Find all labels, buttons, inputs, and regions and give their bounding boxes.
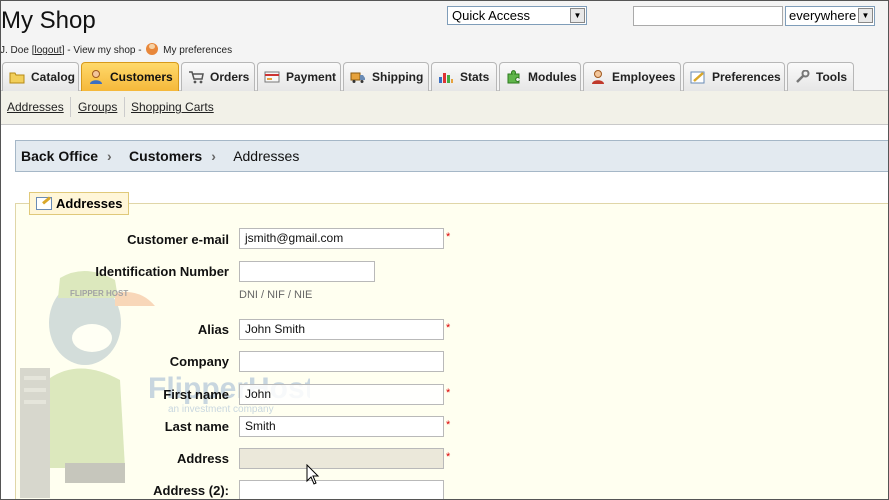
section-legend: Addresses — [29, 192, 130, 215]
alias-field[interactable]: John Smith — [239, 319, 444, 340]
search-scope-value: everywhere — [789, 8, 857, 23]
company-field[interactable] — [239, 351, 444, 372]
search-input[interactable] — [633, 6, 783, 26]
address-field[interactable] — [239, 448, 444, 469]
chevron-down-icon[interactable]: ▼ — [570, 8, 585, 23]
chevron-right-icon: › — [107, 148, 112, 164]
first-name-label: First name — [163, 387, 229, 402]
payment-icon — [264, 71, 280, 83]
identification-number-hint: DNI / NIF / NIE — [239, 289, 313, 301]
employee-icon — [592, 70, 604, 84]
required-marker: * — [446, 419, 451, 431]
chevron-right-icon: › — [211, 148, 216, 164]
tab-customers[interactable]: Customers — [81, 62, 179, 91]
subnav-divider — [124, 97, 125, 117]
search-scope-select[interactable]: everywhere ▼ — [785, 6, 875, 26]
truck-icon — [350, 72, 365, 83]
mouse-cursor-icon — [306, 464, 320, 485]
company-label: Company — [169, 354, 229, 369]
main-tabs: Catalog Customers Orders Payment Shippin… — [0, 62, 889, 91]
address2-field[interactable] — [239, 480, 444, 500]
chevron-down-icon[interactable]: ▼ — [858, 8, 873, 23]
address-label: Address — [176, 451, 229, 466]
quick-access-value: Quick Access — [452, 8, 531, 23]
subnav-groups[interactable]: Groups — [78, 100, 117, 114]
tab-modules[interactable]: Modules — [499, 62, 581, 91]
customer-email-field[interactable]: jsmith@gmail.com — [239, 228, 444, 249]
preferences-icon — [690, 71, 705, 84]
first-name-field[interactable]: John — [239, 384, 444, 405]
customer-email-label: Customer e-mail — [127, 232, 229, 247]
bar-chart-icon — [439, 73, 453, 83]
tab-preferences[interactable]: Preferences — [683, 62, 785, 91]
edit-icon — [36, 197, 52, 210]
subnav-shopping-carts[interactable]: Shopping Carts — [131, 100, 214, 114]
breadcrumb: Back Office › Customers › Addresses — [15, 140, 889, 172]
tab-shipping[interactable]: Shipping — [343, 62, 429, 91]
last-name-field[interactable]: Smith — [239, 416, 444, 437]
required-marker: * — [446, 451, 451, 463]
required-marker: * — [446, 387, 451, 399]
header-bar: My Shop J. Doe [logout] - View my shop -… — [0, 0, 889, 62]
user-name: J. Doe — [0, 45, 29, 56]
address2-label: Address (2): — [153, 483, 229, 498]
tab-tools[interactable]: Tools — [787, 62, 854, 91]
shop-title: My Shop — [1, 7, 96, 34]
tab-orders[interactable]: Orders — [181, 62, 255, 91]
customers-subnav: Addresses Groups Shopping Carts — [0, 91, 889, 125]
quick-access-select[interactable]: Quick Access ▼ — [447, 6, 587, 25]
customer-icon — [90, 70, 102, 84]
user-preferences-icon — [146, 43, 159, 55]
wrench-icon — [796, 70, 810, 83]
address-form-panel — [15, 203, 889, 500]
tab-stats[interactable]: Stats — [431, 62, 497, 91]
cart-icon — [189, 71, 204, 84]
puzzle-icon — [507, 70, 520, 84]
subnav-divider — [70, 97, 71, 117]
logout-link[interactable]: logout — [34, 45, 61, 56]
my-preferences-link[interactable]: My preferences — [163, 45, 232, 56]
breadcrumb-back-office[interactable]: Back Office — [21, 148, 98, 164]
required-marker: * — [446, 231, 451, 243]
folder-icon — [9, 72, 25, 84]
breadcrumb-addresses: Addresses — [233, 148, 300, 164]
tab-employees[interactable]: Employees — [583, 62, 681, 91]
tab-catalog[interactable]: Catalog — [2, 62, 79, 91]
subnav-addresses[interactable]: Addresses — [7, 100, 64, 114]
alias-label: Alias — [197, 322, 229, 337]
last-name-label: Last name — [164, 419, 229, 434]
section-title: Addresses — [56, 196, 123, 211]
tab-payment[interactable]: Payment — [257, 62, 341, 91]
identification-number-field[interactable] — [239, 261, 375, 282]
view-shop-link[interactable]: View my shop — [73, 45, 135, 56]
required-marker: * — [446, 322, 451, 334]
user-info-line: J. Doe [logout] - View my shop - My pref… — [0, 43, 233, 56]
breadcrumb-customers[interactable]: Customers — [129, 148, 202, 164]
identification-number-label: Identification Number — [95, 264, 229, 279]
